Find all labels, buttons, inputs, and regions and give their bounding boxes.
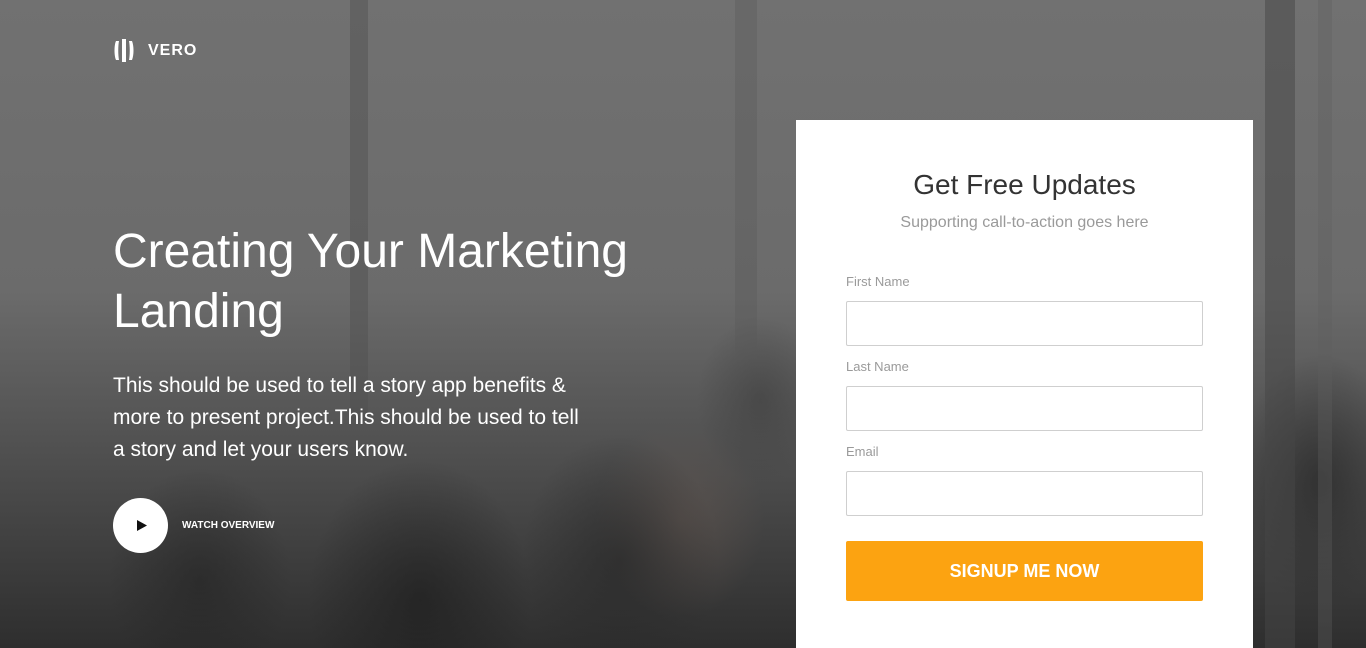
last-name-label: Last Name <box>846 359 909 374</box>
form-title: Get Free Updates <box>913 169 1136 200</box>
brand-logo[interactable]: VERO <box>113 38 197 63</box>
last-name-field[interactable] <box>846 386 1203 431</box>
hero-section: VERO Creating Your Marketing Landing Thi… <box>0 0 1366 648</box>
vero-logo-icon <box>114 39 134 62</box>
form-subtitle: Supporting call-to-action goes here <box>900 214 1149 231</box>
background-pillar <box>735 0 757 360</box>
first-name-field[interactable] <box>846 301 1203 346</box>
hero-headline: Creating Your Marketing Landing <box>113 225 628 338</box>
signup-form-card: Get Free Updates Supporting call-to-acti… <box>796 120 1253 648</box>
hero-description: This should be used to tell a story app … <box>113 374 579 461</box>
email-label: Email <box>846 444 879 459</box>
signup-button[interactable]: SIGNUP ME NOW <box>846 541 1203 601</box>
background-pillar <box>1318 0 1332 648</box>
watch-overview-link[interactable]: WATCH OVERVIEW <box>113 498 274 553</box>
background-pillar <box>1265 0 1295 648</box>
email-field[interactable] <box>846 471 1203 516</box>
form-fields: First Name Last Name Email <box>846 274 1203 516</box>
first-name-label: First Name <box>846 274 910 289</box>
play-button[interactable] <box>113 498 168 553</box>
brand-name: VERO <box>148 41 198 59</box>
play-icon <box>136 520 147 531</box>
watch-overview-label: WATCH OVERVIEW <box>182 520 275 531</box>
background-pillar <box>350 0 368 420</box>
